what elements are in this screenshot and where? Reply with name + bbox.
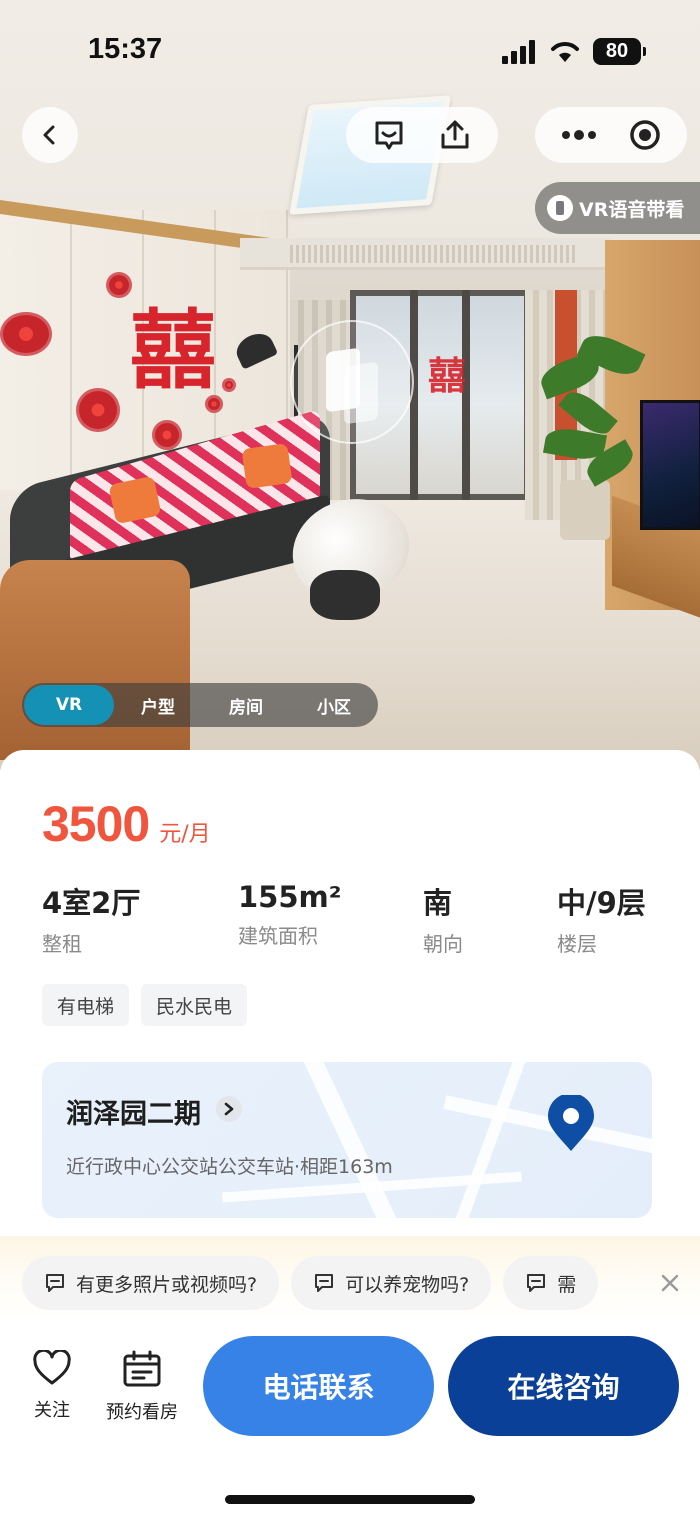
appointment-button[interactable]: 预约看房 — [97, 1350, 187, 1424]
feature-tags: 有电梯 民水民电 — [42, 984, 248, 1026]
suggestion-chip[interactable]: 需 — [503, 1256, 599, 1310]
vr-voice-label: VR语音带看 — [579, 198, 685, 221]
wifi-icon — [551, 42, 579, 62]
ac-vent — [290, 245, 575, 263]
television — [640, 400, 700, 530]
suggestion-chip[interactable]: 有更多照片或视频吗? — [22, 1256, 280, 1310]
home-indicator — [225, 1495, 475, 1504]
back-arrow-icon — [43, 125, 55, 145]
media-tabs: VR 户型 房间 小区 — [22, 683, 378, 727]
chat-bubble-icon — [315, 1274, 334, 1292]
close-suggestions-button[interactable] — [655, 1268, 685, 1298]
map-pin-icon — [548, 1095, 594, 1151]
suggestion-chip[interactable]: 可以养宠物吗? — [291, 1256, 492, 1310]
feedback-icon[interactable] — [372, 118, 406, 152]
share-icon[interactable] — [438, 118, 472, 152]
price-value: 3500 — [42, 796, 150, 852]
calendar-icon — [123, 1350, 161, 1387]
battery-indicator: 80 — [593, 38, 646, 65]
tab-rooms[interactable]: 房间 — [202, 683, 290, 727]
double-happiness-sign: 囍 — [130, 301, 216, 401]
plant-pot — [560, 480, 610, 540]
rent-price: 3500 元/月 — [42, 795, 211, 853]
price-unit: 元/月 — [159, 822, 211, 847]
chat-bubble-icon — [46, 1274, 64, 1292]
appointment-label: 预约看房 — [106, 1402, 178, 1423]
suggested-questions: 有更多照片或视频吗? 可以养宠物吗? 需 — [22, 1256, 650, 1312]
tag-elevator: 有电梯 — [42, 984, 130, 1026]
back-button[interactable] — [22, 107, 78, 163]
menu-pill — [535, 107, 687, 163]
tab-vr[interactable]: VR — [24, 685, 114, 725]
tab-community[interactable]: 小区 — [290, 683, 378, 727]
spec-layout: 4室2厅 整租 — [42, 886, 141, 956]
status-time: 15:37 — [88, 33, 163, 65]
community-distance: 近行政中心公交站公交车站·相距163m — [66, 1156, 393, 1178]
follow-label: 关注 — [34, 1400, 70, 1421]
vr-hotspot[interactable] — [290, 320, 414, 444]
vr-voice-tour-button[interactable]: VR语音带看 — [535, 182, 700, 234]
cellular-signal-icon — [502, 40, 538, 64]
community-card[interactable]: 润泽园二期 近行政中心公交站公交车站·相距163m — [42, 1062, 652, 1218]
community-chevron — [216, 1096, 242, 1122]
follow-button[interactable]: 关注 — [7, 1350, 97, 1422]
chat-bubble-icon — [527, 1274, 546, 1292]
close-icon — [661, 1274, 679, 1292]
chevron-right-icon — [224, 1102, 234, 1116]
armchair — [0, 560, 190, 760]
spec-orientation: 南 朝向 — [423, 886, 463, 956]
spec-area: 155m² 建筑面积 — [238, 880, 342, 948]
online-consult-button[interactable]: 在线咨询 — [448, 1336, 679, 1436]
tab-floorplan[interactable]: 户型 — [114, 683, 202, 727]
more-icon[interactable] — [561, 129, 597, 141]
community-name: 润泽园二期 — [66, 1099, 201, 1130]
property-specs: 4室2厅 整租 155m² 建筑面积 南 朝向 中/9层 楼层 — [0, 880, 700, 960]
tag-utilities: 民水民电 — [141, 984, 248, 1026]
target-icon[interactable] — [628, 118, 662, 152]
spec-floor: 中/9层 楼层 — [557, 886, 646, 956]
heart-icon — [33, 1350, 71, 1385]
vr-voice-icon — [547, 195, 573, 221]
action-pill — [346, 107, 498, 163]
call-button[interactable]: 电话联系 — [203, 1336, 434, 1436]
